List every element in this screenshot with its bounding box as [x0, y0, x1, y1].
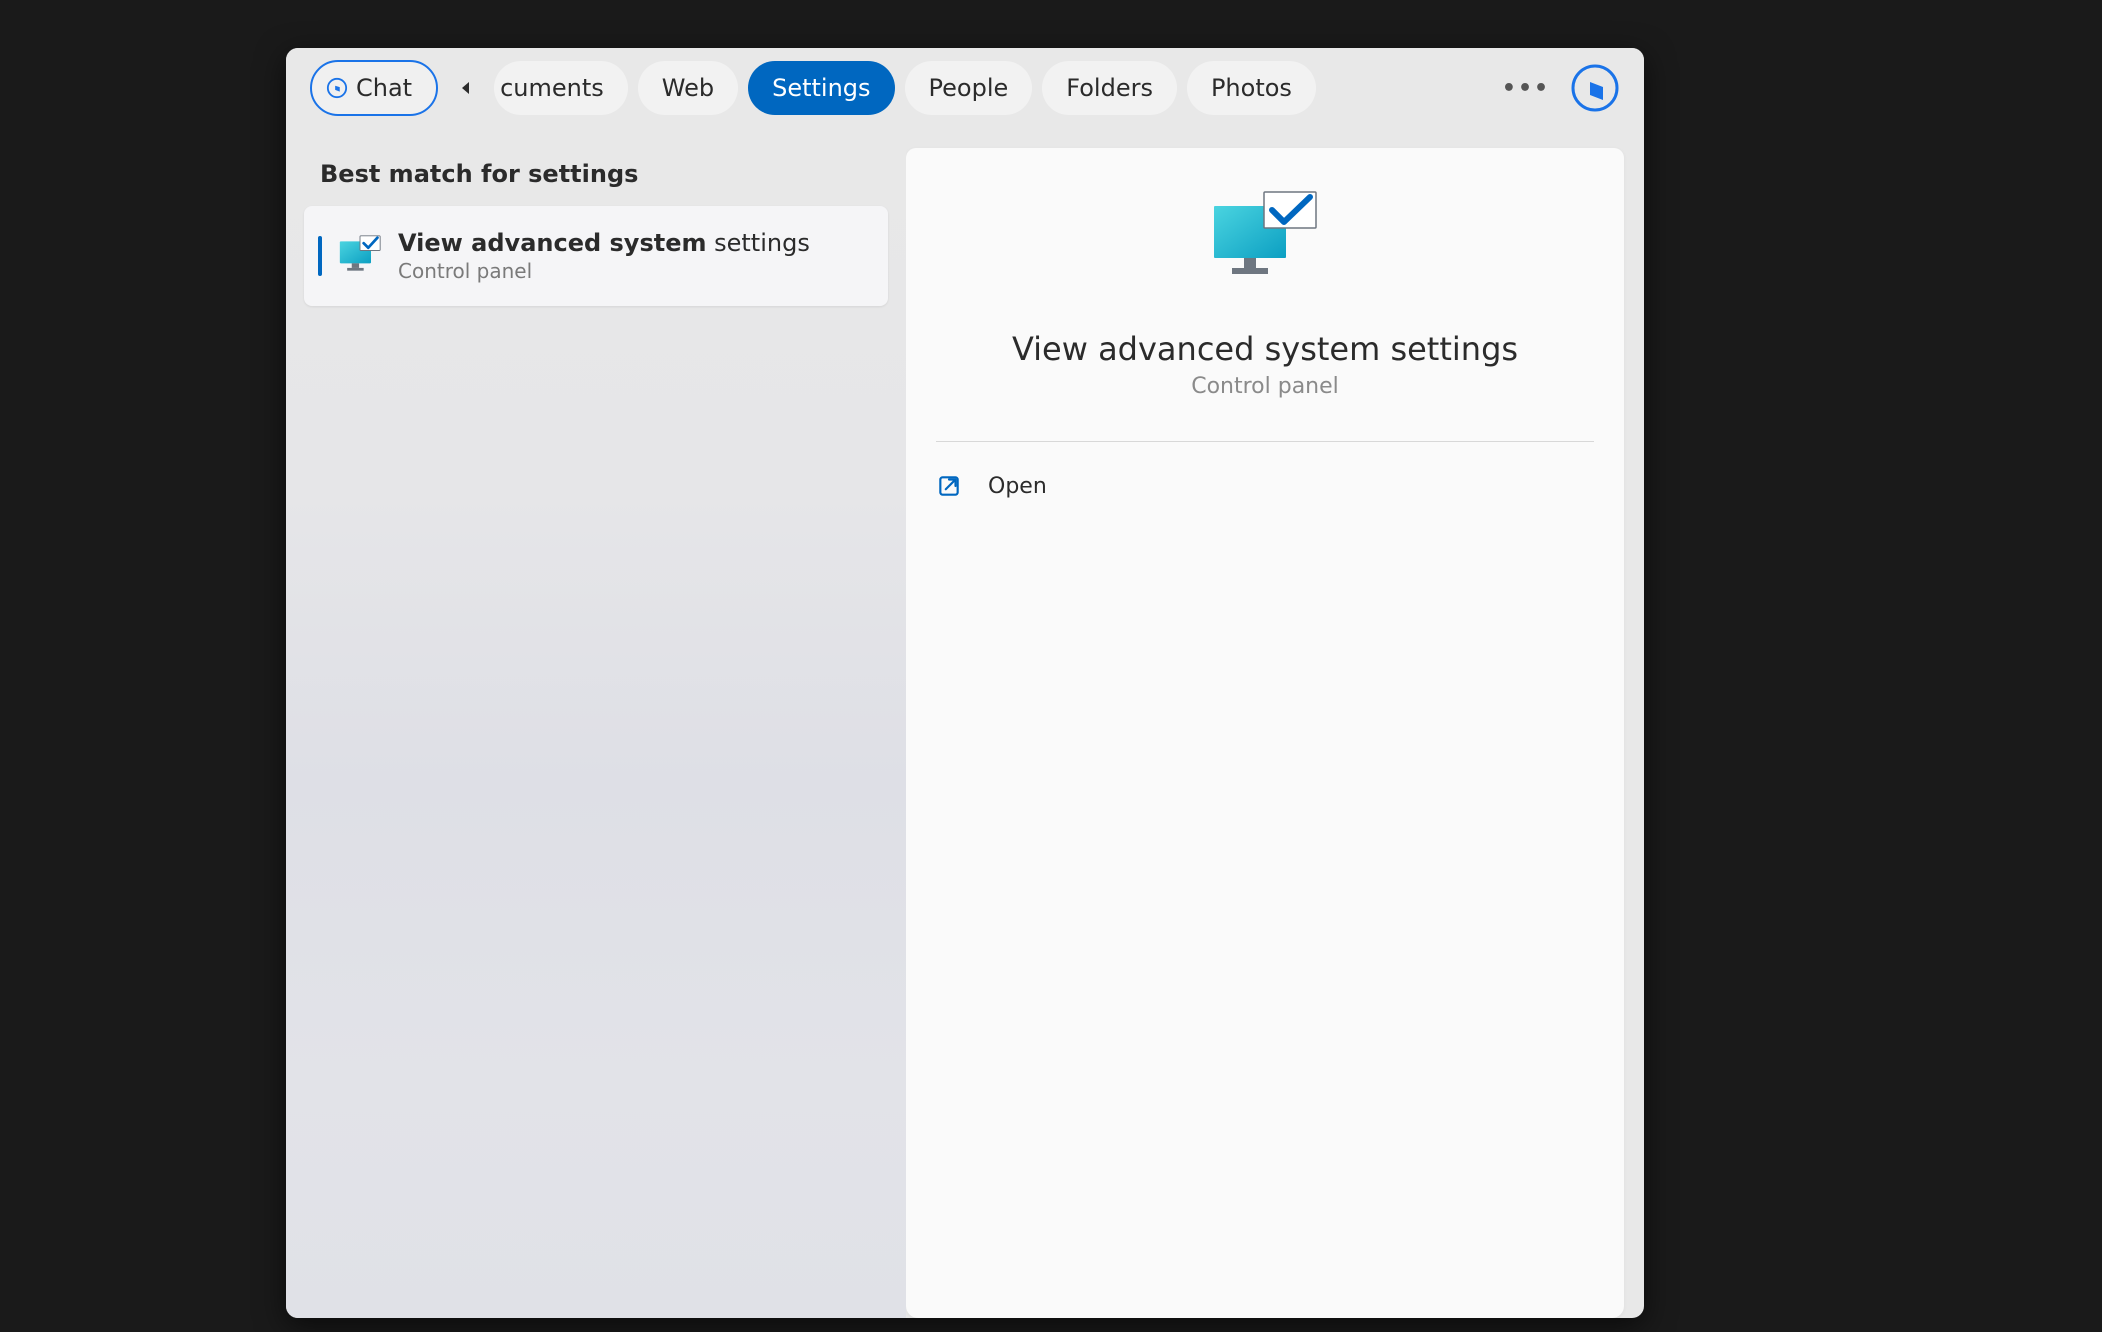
chat-label: Chat — [356, 74, 412, 102]
detail-subtitle: Control panel — [906, 374, 1624, 399]
separator — [936, 441, 1594, 442]
result-title-bold: View advanced system — [398, 229, 707, 257]
tab-label: People — [929, 74, 1009, 102]
tab-photos[interactable]: Photos — [1187, 61, 1316, 115]
content-area: Best match for settings — [286, 128, 1644, 1318]
open-external-icon — [936, 473, 962, 499]
tab-label: Photos — [1211, 74, 1292, 102]
top-right-controls: ••• — [1510, 63, 1620, 113]
chat-button[interactable]: Chat — [310, 60, 438, 116]
ellipsis-icon: ••• — [1502, 76, 1550, 101]
tab-label: Folders — [1066, 74, 1153, 102]
monitor-check-icon — [338, 234, 382, 278]
top-bar: Chat cuments Web Settings People Folders… — [286, 48, 1644, 128]
selection-indicator — [318, 236, 322, 276]
results-list: Best match for settings — [286, 128, 906, 1318]
result-titles: View advanced system settings Control pa… — [398, 229, 810, 283]
section-heading: Best match for settings — [304, 148, 888, 206]
tab-label: Web — [662, 74, 714, 102]
bing-icon — [1570, 63, 1620, 113]
detail-title: View advanced system settings — [906, 330, 1624, 368]
tab-label: cuments — [500, 74, 604, 102]
detail-icon-wrap — [906, 188, 1624, 288]
open-label: Open — [988, 474, 1047, 499]
result-title: View advanced system settings — [398, 229, 810, 257]
bing-chat-icon — [326, 77, 348, 99]
tab-documents[interactable]: cuments — [494, 61, 628, 115]
result-subtitle: Control panel — [398, 259, 810, 283]
tab-people[interactable]: People — [905, 61, 1033, 115]
caret-left-icon — [458, 80, 474, 96]
tab-label: Settings — [772, 74, 870, 102]
monitor-check-icon — [1210, 188, 1320, 288]
search-results-panel: Chat cuments Web Settings People Folders… — [286, 48, 1644, 1318]
tabs-scroll-left[interactable] — [448, 60, 484, 116]
more-options-button[interactable]: ••• — [1510, 72, 1542, 104]
tab-web[interactable]: Web — [638, 61, 738, 115]
bing-button[interactable] — [1570, 63, 1620, 113]
open-action[interactable]: Open — [906, 454, 1624, 518]
tab-folders[interactable]: Folders — [1042, 61, 1177, 115]
tab-settings[interactable]: Settings — [748, 61, 894, 115]
result-item[interactable]: View advanced system settings Control pa… — [304, 206, 888, 306]
detail-pane: View advanced system settings Control pa… — [906, 148, 1624, 1318]
result-title-rest: settings — [707, 229, 810, 257]
